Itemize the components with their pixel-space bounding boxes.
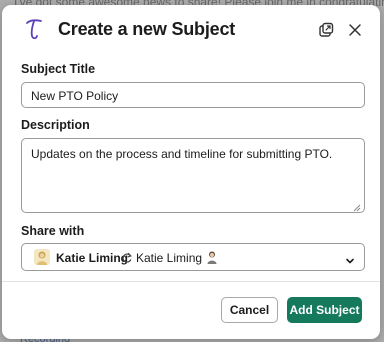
description-label: Description <box>21 118 90 132</box>
dialog-title: Create a new Subject <box>58 19 236 39</box>
add-subject-button[interactable]: Add Subject <box>287 297 362 323</box>
sync-icon <box>121 251 133 263</box>
share-with-select[interactable]: Katie Liming Katie Liming <box>21 243 365 271</box>
description-textarea[interactable]: Updates on the process and timeline for … <box>21 138 365 213</box>
create-subject-dialog: Create a new Subject Subject Title New P… <box>2 5 380 339</box>
description-text: Updates on the process and timeline for … <box>31 147 333 161</box>
share-with-secondary-name: Katie Liming <box>136 251 203 265</box>
subject-title-label: Subject Title <box>21 62 96 76</box>
share-with-selected-name: Katie Liming <box>56 251 129 265</box>
dialog-header: Create a new Subject <box>2 5 380 57</box>
script-t-logo-icon <box>24 17 44 41</box>
resize-handle-icon[interactable] <box>353 201 361 212</box>
popout-window-icon[interactable] <box>315 19 337 41</box>
chevron-down-icon[interactable] <box>345 253 355 264</box>
cancel-button[interactable]: Cancel <box>221 297 278 323</box>
share-with-label: Share with <box>21 224 85 238</box>
footer-divider <box>2 281 380 282</box>
avatar <box>204 249 220 265</box>
avatar <box>34 249 50 265</box>
subject-title-input[interactable]: New PTO Policy <box>21 82 365 108</box>
close-icon[interactable] <box>344 19 366 41</box>
